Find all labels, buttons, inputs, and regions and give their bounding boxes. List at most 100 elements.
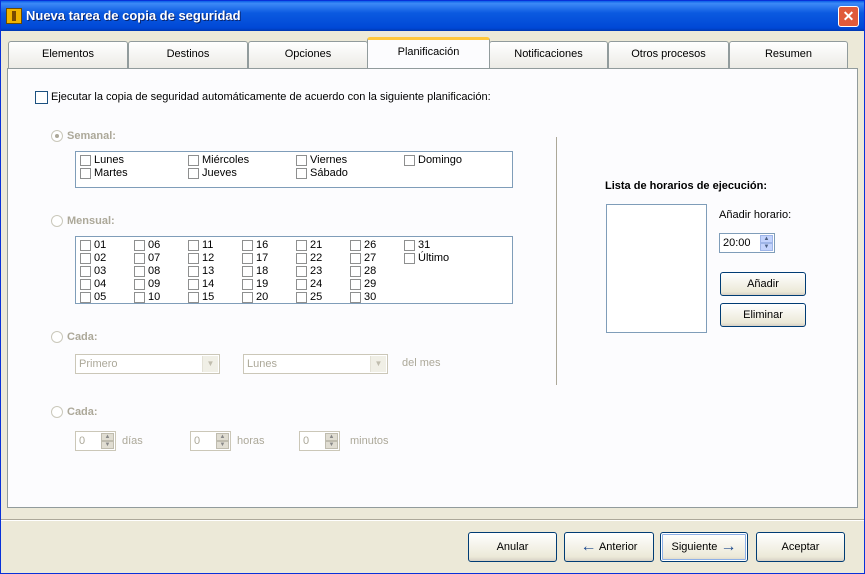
chevron-down-icon[interactable]: ▼ bbox=[370, 356, 386, 372]
next-button[interactable]: Siguiente → bbox=[660, 532, 748, 562]
checkbox[interactable] bbox=[242, 240, 253, 251]
checkbox[interactable] bbox=[188, 240, 199, 251]
month-day-label: 07 bbox=[148, 252, 161, 264]
day-label: Viernes bbox=[310, 154, 348, 166]
back-button[interactable]: ← Anterior bbox=[564, 532, 654, 562]
month-day-label: 18 bbox=[256, 265, 269, 277]
checkbox[interactable] bbox=[242, 292, 253, 303]
day-label: Jueves bbox=[202, 167, 237, 179]
weekly-label: Semanal: bbox=[67, 130, 116, 142]
checkbox[interactable] bbox=[134, 279, 145, 290]
month-day-label: 31 bbox=[418, 239, 431, 251]
backup-task-window: Nueva tarea de copia de seguridad ✕ Elem… bbox=[0, 0, 865, 574]
checkbox[interactable] bbox=[404, 240, 415, 251]
checkbox[interactable] bbox=[80, 155, 91, 166]
ok-button[interactable]: Aceptar bbox=[756, 532, 845, 562]
tab-notificaciones[interactable]: Notificaciones bbox=[489, 41, 608, 68]
chevron-down-icon[interactable]: ▼ bbox=[202, 356, 218, 372]
month-day-label: 25 bbox=[310, 291, 323, 303]
hours-spinner[interactable]: 0 ▲ ▼ bbox=[190, 431, 231, 451]
cancel-button[interactable]: Anular bbox=[468, 532, 557, 562]
tab-planificacion[interactable]: Planificación bbox=[367, 37, 490, 68]
spin-up-icon[interactable]: ▲ bbox=[101, 433, 114, 441]
checkbox[interactable] bbox=[188, 168, 199, 179]
time-spinner[interactable]: 20:00 ▲ ▼ bbox=[719, 233, 775, 253]
tab-elementos[interactable]: Elementos bbox=[8, 41, 128, 68]
add-time-label: Añadir horario: bbox=[719, 209, 792, 221]
checkbox[interactable] bbox=[80, 266, 91, 277]
checkbox[interactable] bbox=[188, 155, 199, 166]
monthly-radio[interactable] bbox=[51, 215, 63, 227]
checkbox[interactable] bbox=[242, 266, 253, 277]
checkbox[interactable] bbox=[80, 240, 91, 251]
checkbox[interactable] bbox=[296, 292, 307, 303]
month-day-label: 27 bbox=[364, 252, 377, 264]
tab-otros-procesos[interactable]: Otros procesos bbox=[608, 41, 729, 68]
checkbox[interactable] bbox=[134, 292, 145, 303]
checkbox[interactable] bbox=[350, 240, 361, 251]
tab-destinos[interactable]: Destinos bbox=[128, 41, 248, 68]
ordinal-select[interactable]: Primero ▼ bbox=[75, 354, 220, 374]
checkbox[interactable] bbox=[296, 240, 307, 251]
checkbox[interactable] bbox=[296, 279, 307, 290]
every-interval-radio[interactable] bbox=[51, 406, 63, 418]
tab-opciones[interactable]: Opciones bbox=[248, 41, 368, 68]
weekly-radio[interactable] bbox=[51, 130, 63, 142]
checkbox[interactable] bbox=[80, 292, 91, 303]
remove-time-button[interactable]: Eliminar bbox=[720, 303, 806, 327]
checkbox[interactable] bbox=[188, 253, 199, 264]
day-label: Sábado bbox=[310, 167, 348, 179]
checkbox[interactable] bbox=[296, 253, 307, 264]
checkbox[interactable] bbox=[350, 292, 361, 303]
day-label: Domingo bbox=[418, 154, 463, 166]
month-day-label: 20 bbox=[256, 291, 269, 303]
every-weekday-radio[interactable] bbox=[51, 331, 63, 343]
weekly-days-box: Lunes Martes Miércoles Jueves Viernes Sá… bbox=[75, 151, 513, 188]
checkbox[interactable] bbox=[188, 279, 199, 290]
days-spinner[interactable]: 0 ▲ ▼ bbox=[75, 431, 116, 451]
weekday-value: Lunes bbox=[247, 358, 277, 370]
checkbox[interactable] bbox=[134, 240, 145, 251]
checkbox[interactable] bbox=[296, 168, 307, 179]
vertical-divider bbox=[556, 137, 557, 385]
monthly-days-box: 01 02 03 04 05 06 07 08 09 10 11 12 13 1… bbox=[75, 236, 513, 304]
month-day-label: 30 bbox=[364, 291, 377, 303]
weekday-select[interactable]: Lunes ▼ bbox=[243, 354, 388, 374]
month-day-label: 23 bbox=[310, 265, 323, 277]
checkbox[interactable] bbox=[350, 253, 361, 264]
checkbox[interactable] bbox=[242, 253, 253, 264]
spin-down-icon[interactable]: ▼ bbox=[101, 441, 114, 449]
checkbox[interactable] bbox=[350, 266, 361, 277]
spin-up-icon[interactable]: ▲ bbox=[216, 433, 229, 441]
checkbox[interactable] bbox=[80, 253, 91, 264]
run-times-list[interactable] bbox=[606, 204, 707, 333]
add-time-button[interactable]: Añadir bbox=[720, 272, 806, 296]
checkbox[interactable] bbox=[404, 155, 415, 166]
checkbox[interactable] bbox=[296, 155, 307, 166]
spin-down-icon[interactable]: ▼ bbox=[760, 243, 773, 251]
spin-up-icon[interactable]: ▲ bbox=[760, 235, 773, 243]
spin-down-icon[interactable]: ▼ bbox=[216, 441, 229, 449]
minutes-spinner[interactable]: 0 ▲ ▼ bbox=[299, 431, 340, 451]
checkbox[interactable] bbox=[350, 279, 361, 290]
checkbox[interactable] bbox=[80, 168, 91, 179]
month-day-label: 26 bbox=[364, 239, 377, 251]
close-button[interactable]: ✕ bbox=[838, 6, 859, 27]
checkbox[interactable] bbox=[296, 266, 307, 277]
checkbox[interactable] bbox=[80, 279, 91, 290]
enable-schedule-checkbox[interactable] bbox=[35, 91, 48, 104]
checkbox[interactable] bbox=[134, 266, 145, 277]
month-day-label: 17 bbox=[256, 252, 269, 264]
minutes-value: 0 bbox=[303, 435, 310, 447]
checkbox[interactable] bbox=[404, 253, 415, 264]
month-day-label: 28 bbox=[364, 265, 377, 277]
title-bar[interactable]: Nueva tarea de copia de seguridad ✕ bbox=[1, 1, 864, 31]
spin-up-icon[interactable]: ▲ bbox=[325, 433, 338, 441]
spin-down-icon[interactable]: ▼ bbox=[325, 441, 338, 449]
checkbox[interactable] bbox=[134, 253, 145, 264]
month-day-label: 14 bbox=[202, 278, 215, 290]
tab-resumen[interactable]: Resumen bbox=[729, 41, 848, 68]
checkbox[interactable] bbox=[188, 292, 199, 303]
checkbox[interactable] bbox=[188, 266, 199, 277]
checkbox[interactable] bbox=[242, 279, 253, 290]
